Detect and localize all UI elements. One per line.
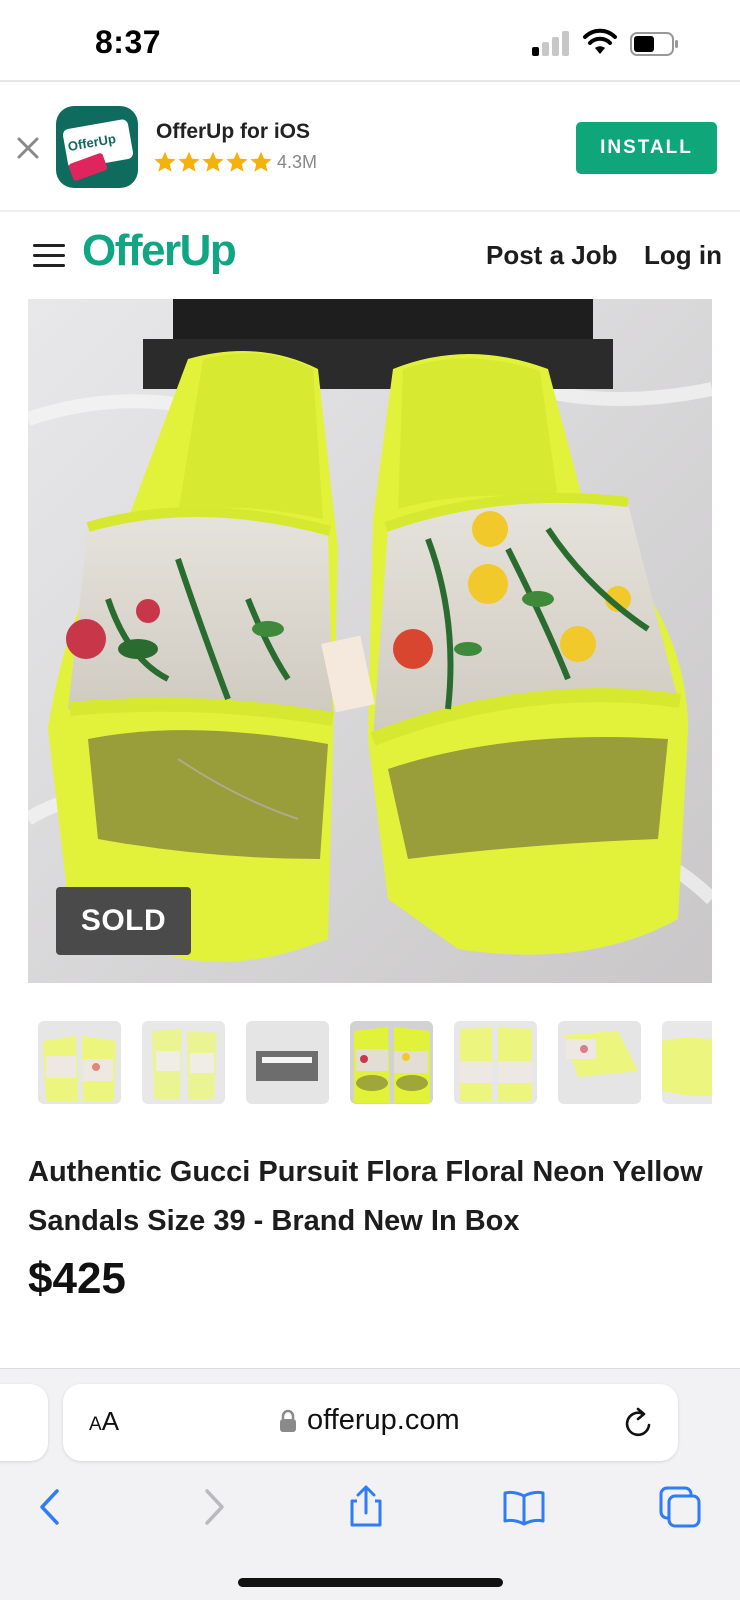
menu-icon[interactable] bbox=[33, 242, 65, 268]
star-icon bbox=[250, 151, 272, 172]
home-indicator bbox=[238, 1578, 503, 1587]
status-time: 8:37 bbox=[95, 24, 162, 60]
browser-chrome: AA offerup.com bbox=[0, 1368, 740, 1600]
post-a-job-link[interactable]: Post a Job bbox=[486, 240, 617, 271]
status-bar: 8:37 bbox=[0, 0, 740, 82]
cellular-signal-icon bbox=[532, 30, 572, 56]
listing-main-photo[interactable]: SOLD bbox=[28, 299, 712, 983]
sold-badge: SOLD bbox=[56, 887, 191, 955]
star-icon bbox=[154, 151, 176, 172]
wifi-icon bbox=[583, 28, 617, 54]
bookmarks-icon[interactable] bbox=[502, 1485, 546, 1529]
text-size-button[interactable]: AA bbox=[89, 1406, 119, 1437]
url-text: offerup.com bbox=[307, 1404, 460, 1436]
app-rating: 4.3M bbox=[153, 150, 317, 174]
star-icon bbox=[202, 151, 224, 172]
thumbnail-2[interactable] bbox=[142, 1021, 225, 1104]
thumbnail-4-selected[interactable] bbox=[350, 1021, 433, 1104]
thumbnail-7[interactable] bbox=[662, 1021, 712, 1104]
address-bar[interactable]: AA offerup.com bbox=[63, 1384, 678, 1461]
share-icon[interactable] bbox=[344, 1485, 388, 1529]
forward-icon[interactable] bbox=[190, 1485, 234, 1529]
previous-tab-peek[interactable] bbox=[0, 1384, 48, 1461]
lock-icon bbox=[280, 1409, 296, 1432]
offerup-logo[interactable]: OfferUp bbox=[82, 226, 237, 276]
thumbnail-3[interactable] bbox=[246, 1021, 329, 1104]
thumbnail-1[interactable] bbox=[38, 1021, 121, 1104]
star-icon bbox=[226, 151, 248, 172]
reload-icon[interactable] bbox=[623, 1406, 655, 1440]
offerup-app-icon[interactable]: OfferUp bbox=[56, 106, 138, 188]
sandals-photo bbox=[28, 299, 712, 983]
login-link[interactable]: Log in bbox=[644, 240, 722, 271]
site-header: OfferUp Post a Job Log in bbox=[0, 214, 740, 298]
rating-count: 4.3M bbox=[277, 151, 318, 172]
listing-title: Authentic Gucci Pursuit Flora Floral Neo… bbox=[28, 1156, 703, 1237]
listing-price: $425 bbox=[28, 1254, 126, 1303]
thumbnail-6[interactable] bbox=[558, 1021, 641, 1104]
star-icon bbox=[178, 151, 200, 172]
back-icon[interactable] bbox=[30, 1485, 74, 1529]
smart-app-banner: OfferUp OfferUp for iOS 4.3M INSTALL bbox=[0, 84, 740, 212]
battery-icon bbox=[630, 32, 678, 56]
close-icon[interactable] bbox=[14, 134, 42, 162]
thumbnail-strip bbox=[38, 1021, 712, 1105]
app-name: OfferUp for iOS bbox=[156, 120, 311, 143]
url-field[interactable]: offerup.com bbox=[279, 1404, 460, 1437]
tabs-icon[interactable] bbox=[658, 1485, 702, 1529]
thumbnail-5[interactable] bbox=[454, 1021, 537, 1104]
install-button[interactable]: INSTALL bbox=[576, 122, 717, 174]
